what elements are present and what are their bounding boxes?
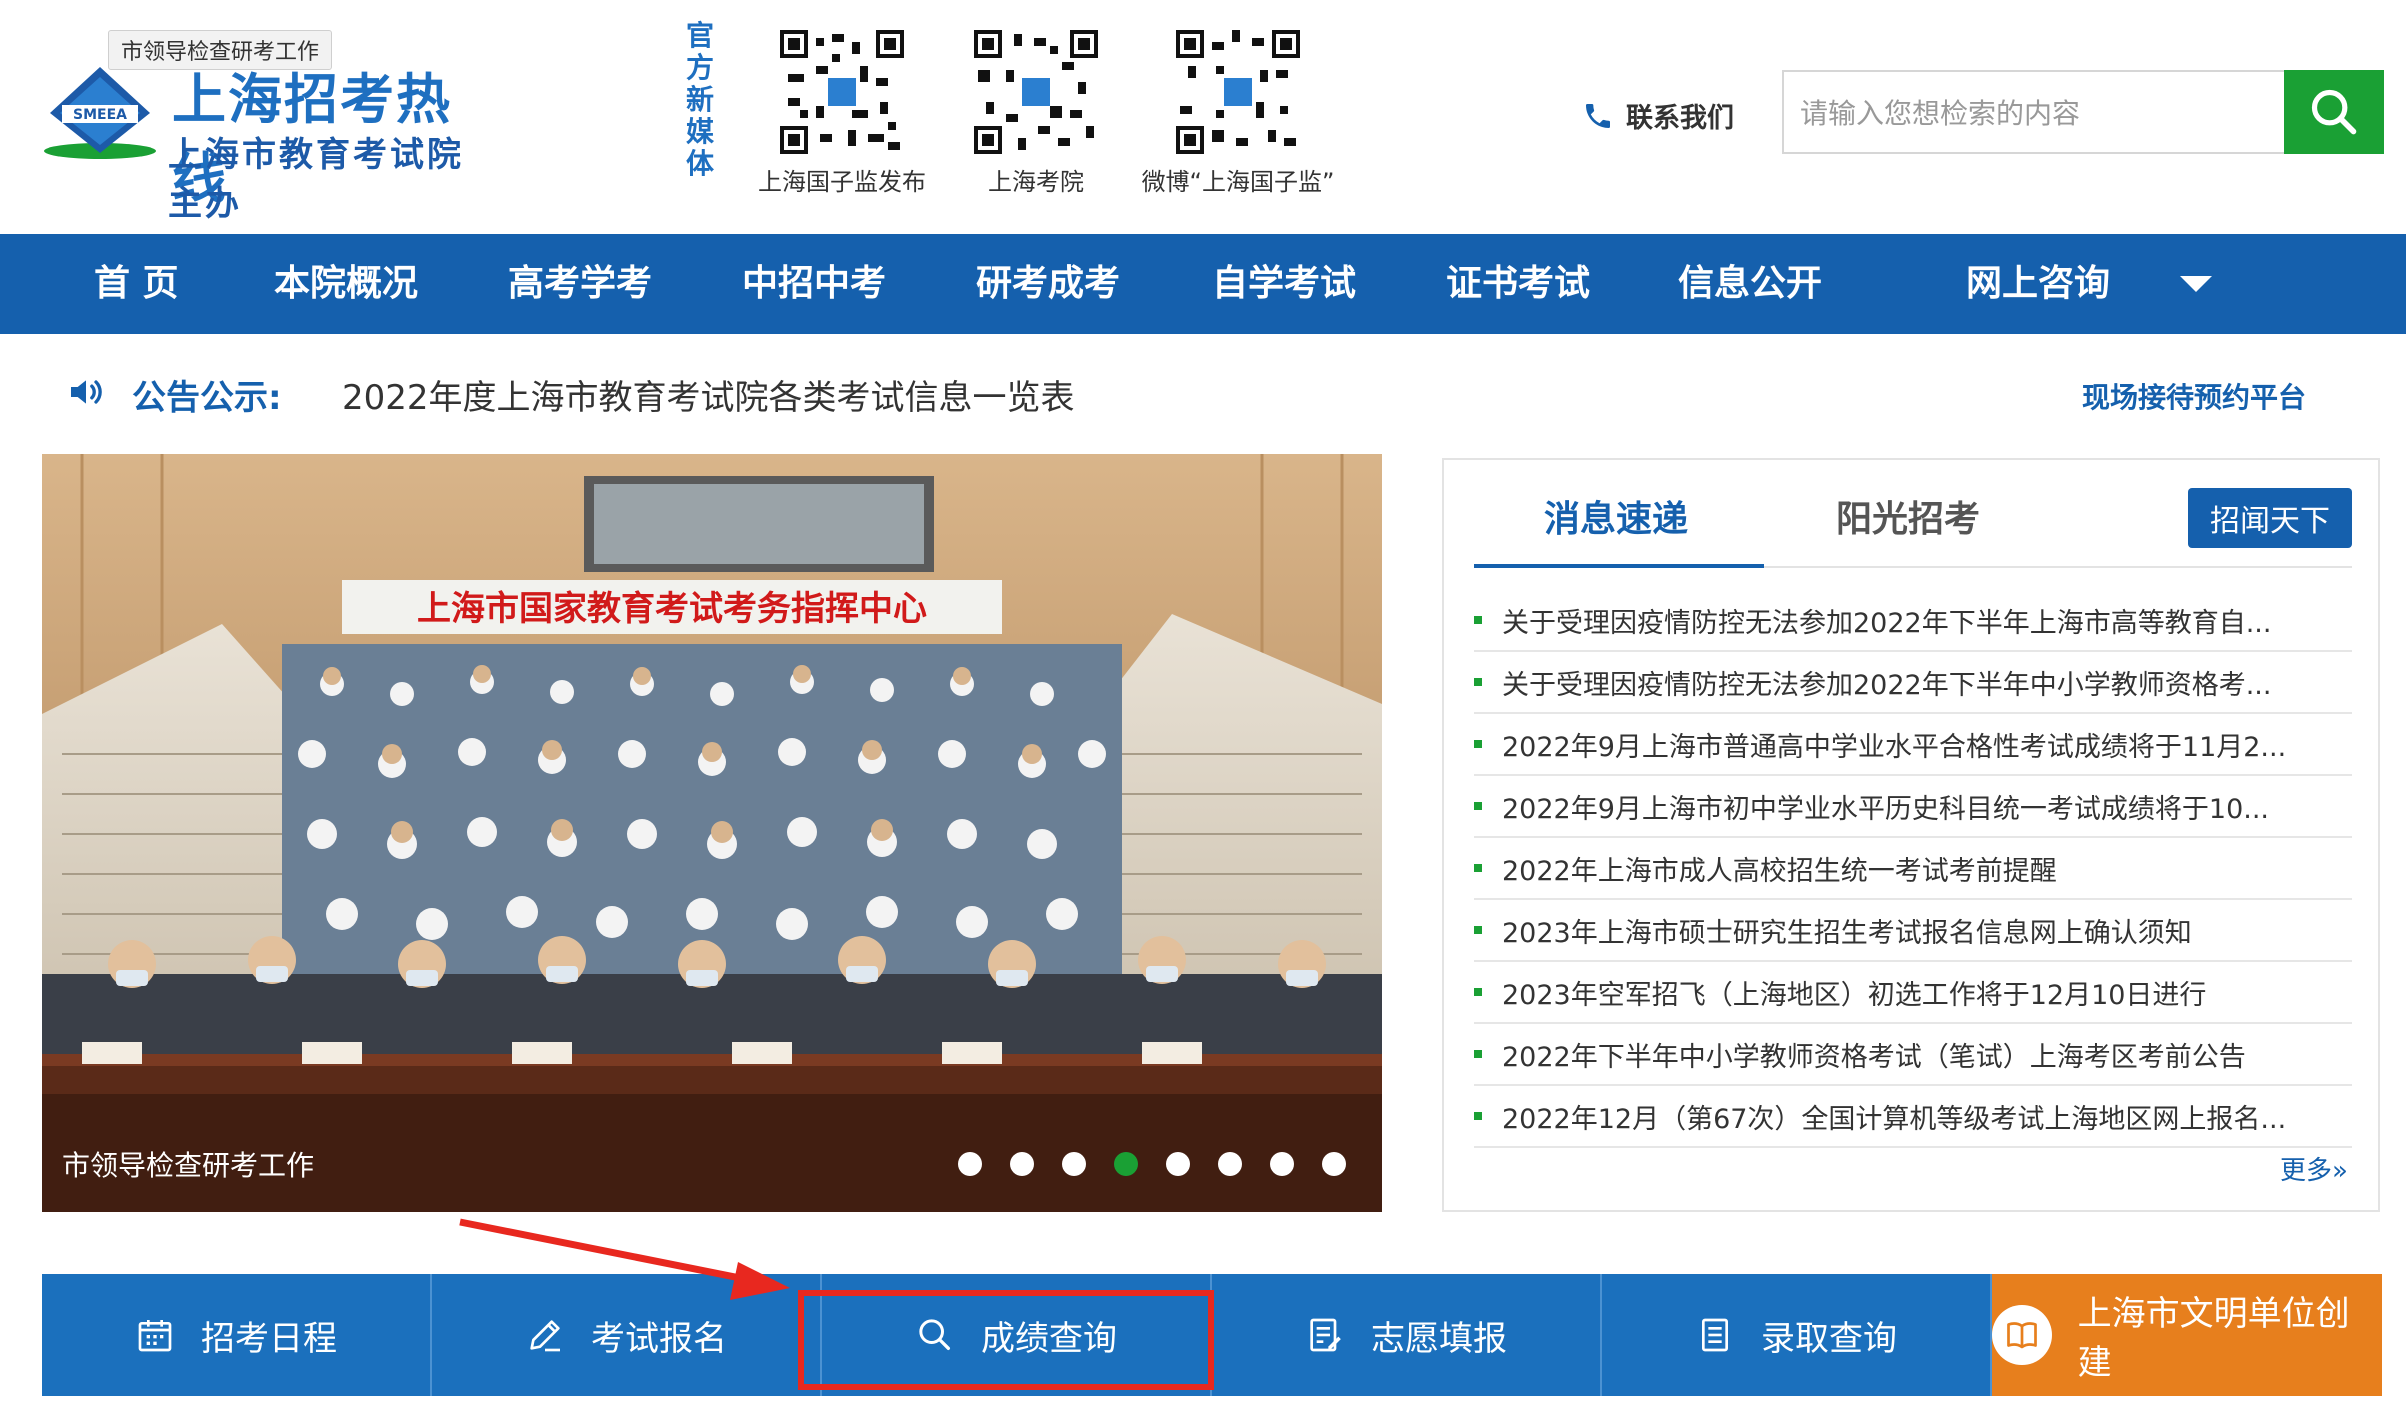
annotation-highlight-box xyxy=(798,1290,1214,1390)
annotation-arrow-icon xyxy=(459,1218,790,1300)
